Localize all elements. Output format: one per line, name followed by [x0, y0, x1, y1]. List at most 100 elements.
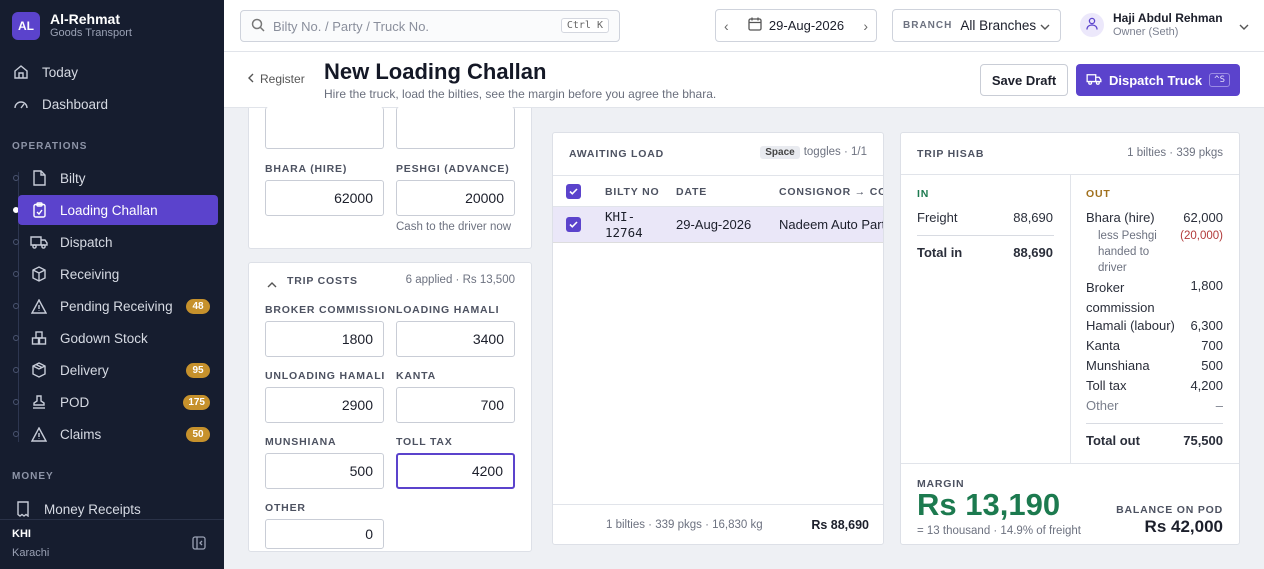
munshiana-input[interactable]	[265, 453, 384, 489]
branch-value: All Branches	[960, 18, 1037, 33]
broker-commission-label: BROKER COMMISSION	[265, 304, 396, 316]
broker-commission-label: Broker commission	[1086, 280, 1155, 315]
nav-item-loading-challan[interactable]: Loading Challan	[18, 195, 218, 225]
date-picker: ‹ 29-Aug-2026 ›	[715, 9, 877, 42]
collapse-sidebar-icon[interactable]	[192, 536, 206, 553]
hamali-value: 6,300	[1190, 318, 1223, 333]
trip-costs-summary: 6 applied · Rs 13,500	[405, 274, 515, 286]
table-row[interactable]: KHI- 12764 29-Aug-2026 Nadeem Auto Parts	[553, 207, 883, 243]
trip-costs-panel: TRIP COSTS 6 applied · Rs 13,500 BROKER …	[248, 262, 532, 552]
chevron-down-icon	[1239, 18, 1249, 33]
col-bilty-no[interactable]: BILTY NO	[605, 186, 659, 198]
sidebar: AL Al-Rehmat Goods Transport Today Dashb…	[0, 0, 224, 569]
brand-logo: AL	[12, 12, 40, 40]
nav-label: Pending Receiving	[60, 298, 173, 314]
count-badge: 48	[186, 299, 210, 314]
row-checkbox[interactable]	[566, 217, 581, 232]
chevron-left-icon	[248, 72, 254, 86]
branch-select[interactable]: BRANCH All Branches	[892, 9, 1061, 42]
awaiting-load-panel: AWAITING LOAD Space toggles · 1/1 BILTY N…	[552, 132, 884, 545]
other-value: –	[1215, 398, 1223, 413]
truck-icon	[1086, 73, 1102, 88]
save-draft-button[interactable]: Save Draft	[980, 64, 1068, 96]
bhara-label: BHARA (HIRE)	[265, 163, 348, 175]
nav-item-receiving[interactable]: Receiving	[18, 259, 218, 289]
broker-commission-input[interactable]	[265, 321, 384, 357]
branch-code: KHI	[12, 528, 31, 540]
trip-hisab-panel: TRIP HISAB 1 bilties · 339 pkgs IN Freig…	[900, 132, 1240, 545]
table-header: BILTY NO DATE CONSIGNOR → CONSIGNEE	[553, 175, 883, 207]
bilty-no-line1: KHI-	[605, 209, 636, 224]
row-date: 29-Aug-2026	[676, 217, 752, 232]
search-shortcut: Ctrl K	[560, 18, 609, 33]
select-all-checkbox[interactable]	[566, 184, 581, 199]
toll-tax-input[interactable]	[396, 453, 515, 489]
other-label: OTHER	[265, 502, 306, 514]
page-subtitle: Hire the truck, load the bilties, see th…	[324, 87, 717, 101]
kanta-value: 700	[1201, 338, 1223, 353]
unloading-hamali-input[interactable]	[265, 387, 384, 423]
section-operations: OPERATIONS	[12, 141, 88, 152]
search-box[interactable]: Ctrl K	[240, 10, 620, 42]
user-role: Owner (Seth)	[1113, 26, 1179, 38]
back-link[interactable]: Register	[248, 72, 305, 86]
bhara-input[interactable]	[265, 180, 384, 216]
prev-date-button[interactable]: ‹	[724, 18, 729, 34]
toll-tax-value: 4,200	[1190, 378, 1223, 393]
kanta-input[interactable]	[396, 387, 515, 423]
munshiana-label: Munshiana	[1086, 358, 1150, 373]
space-key: Space	[760, 146, 800, 159]
nav-item-today[interactable]: Today	[14, 57, 216, 87]
nav-item-pending-receiving[interactable]: Pending Receiving 48	[18, 291, 218, 321]
next-date-button[interactable]: ›	[863, 18, 868, 34]
out-label: OUT	[1086, 188, 1111, 200]
nav-item-dispatch[interactable]: Dispatch	[18, 227, 218, 257]
dispatch-truck-button[interactable]: Dispatch Truck ^S	[1076, 64, 1240, 96]
total-out-value: 75,500	[1183, 433, 1223, 448]
nav-item-godown-stock[interactable]: Godown Stock	[18, 323, 218, 353]
freight-value: 88,690	[1013, 210, 1053, 225]
chevron-down-icon	[1040, 18, 1050, 33]
nav-item-bilty[interactable]: Bilty	[18, 163, 218, 193]
nav-item-dashboard[interactable]: Dashboard	[14, 89, 216, 119]
dispatch-label: Dispatch Truck	[1108, 72, 1203, 88]
truck-field-top[interactable]	[265, 107, 384, 149]
user-menu[interactable]: Haji Abdul Rehman Owner (Seth)	[1080, 11, 1249, 39]
footer-total: Rs 88,690	[811, 518, 869, 532]
chevron-up-icon[interactable]	[267, 276, 277, 291]
nav-item-claims[interactable]: Claims 50	[18, 419, 218, 449]
nav-label: POD	[60, 394, 90, 410]
nav-label: Receiving	[60, 266, 120, 282]
bhara-value: 62,000	[1183, 210, 1223, 225]
receipt-icon	[14, 500, 32, 518]
toll-tax-label: TOLL TAX	[396, 436, 453, 448]
total-out-label: Total out	[1086, 433, 1140, 448]
footer-stats: 1 bilties · 339 pkgs · 16,830 kg	[606, 519, 763, 531]
nav-item-delivery[interactable]: Delivery 95	[18, 355, 218, 385]
col-date[interactable]: DATE	[676, 186, 707, 198]
selected-date[interactable]: 29-Aug-2026	[769, 18, 844, 33]
peshgi-label: PESHGI (ADVANCE)	[396, 163, 510, 175]
col-consignor[interactable]: CONSIGNOR → CONSIGNEE	[779, 186, 883, 198]
nav-label: Dashboard	[42, 96, 109, 112]
margin-note: = 13 thousand · 14.9% of freight	[917, 525, 1081, 537]
other-input[interactable]	[265, 519, 384, 549]
boxes-icon	[30, 329, 48, 347]
nav-item-pod[interactable]: POD 175	[18, 387, 218, 417]
driver-field-top[interactable]	[396, 107, 515, 149]
total-in-value: 88,690	[1013, 245, 1053, 260]
section-money: MONEY	[12, 471, 54, 482]
search-input[interactable]	[273, 18, 553, 34]
package-icon	[30, 361, 48, 379]
brand: AL Al-Rehmat Goods Transport	[12, 12, 132, 40]
branch-footer: KHI Karachi	[0, 519, 224, 569]
trip-hisab-summary: 1 bilties · 339 pkgs	[1127, 147, 1223, 159]
peshgi-input[interactable]	[396, 180, 515, 216]
user-icon	[1086, 17, 1098, 33]
calendar-icon	[748, 17, 762, 34]
back-label: Register	[260, 72, 305, 86]
bhara-label: Bhara (hire)	[1086, 210, 1155, 225]
loading-hamali-input[interactable]	[396, 321, 515, 357]
total-in-label: Total in	[917, 245, 963, 260]
peshgi-note: less Peshgi handed to driver	[1098, 230, 1157, 274]
